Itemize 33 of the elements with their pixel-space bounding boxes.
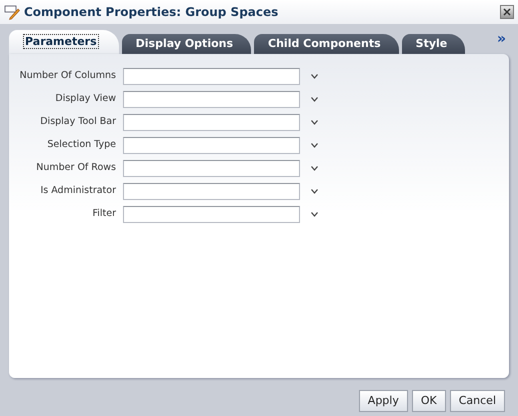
- input-field[interactable]: [123, 160, 300, 177]
- close-icon: [503, 8, 511, 16]
- field-label: Is Administrator: [39, 184, 116, 198]
- more-tabs-button[interactable]: »: [496, 29, 506, 50]
- field-label: Display Tool Bar: [39, 115, 116, 130]
- dialog-button[interactable]: Cancel: [450, 390, 505, 412]
- chevron-down-icon[interactable]: [311, 74, 318, 79]
- dialog-button[interactable]: Apply: [358, 390, 408, 412]
- chevron-down-icon[interactable]: [311, 212, 318, 217]
- chevron-down-icon[interactable]: [311, 143, 318, 148]
- tab[interactable]: Child Components: [254, 34, 399, 54]
- input-field[interactable]: [123, 206, 300, 223]
- input-field[interactable]: [123, 68, 300, 85]
- chevron-down-icon[interactable]: [311, 120, 318, 125]
- dialog-button[interactable]: OK: [412, 390, 446, 412]
- field-label: Display View: [54, 92, 116, 106]
- pencil-icon: [4, 4, 20, 20]
- field-label: Filter: [91, 207, 116, 222]
- input-field[interactable]: [123, 91, 300, 108]
- chevron-down-icon[interactable]: [311, 189, 318, 194]
- chevron-down-icon[interactable]: [311, 166, 318, 171]
- close-button[interactable]: [500, 5, 514, 19]
- chevron-down-icon[interactable]: [311, 97, 318, 102]
- field-label: Number Of Rows: [35, 161, 116, 176]
- tab[interactable]: Parameters: [9, 30, 119, 54]
- field-label: Selection Type: [46, 138, 116, 152]
- tab[interactable]: Display Options: [122, 34, 252, 54]
- field-label: Number Of Columns: [18, 69, 116, 84]
- input-field[interactable]: [123, 114, 300, 131]
- input-field[interactable]: [123, 137, 300, 154]
- input-field[interactable]: [123, 183, 300, 200]
- tab[interactable]: Style: [402, 34, 466, 54]
- window-title: Component Properties: Group Spaces: [24, 4, 280, 21]
